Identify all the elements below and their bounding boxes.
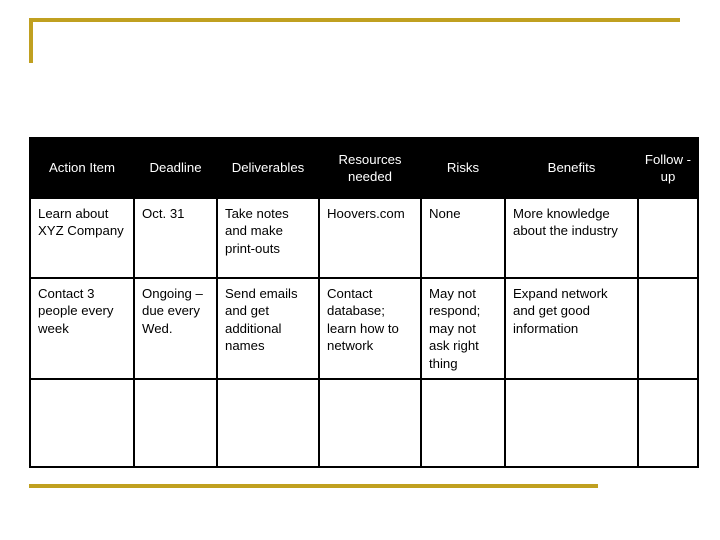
cell-deliverables[interactable] <box>216 378 320 469</box>
cell-deliverables[interactable]: Send emails and get additional names <box>216 276 320 381</box>
cell-follow-up[interactable] <box>637 378 699 469</box>
cell-risks[interactable]: May not respond; may not ask right thing <box>420 276 506 381</box>
cell-deadline[interactable] <box>133 378 218 469</box>
column-header-deadline: Deadline <box>133 137 218 199</box>
slide-canvas: Action Item Deadline Deliverables Resour… <box>0 0 720 540</box>
column-header-action-item: Action Item <box>29 137 135 199</box>
cell-deadline[interactable]: Ongoing – due every Wed. <box>133 276 218 381</box>
column-header-risks: Risks <box>420 137 506 199</box>
cell-deadline[interactable]: Oct. 31 <box>133 197 218 279</box>
cell-follow-up[interactable] <box>637 276 699 381</box>
decorative-bracket-top-bar <box>29 18 680 22</box>
table-row: Learn about XYZ Company Oct. 31 Take not… <box>29 197 699 279</box>
column-header-benefits: Benefits <box>504 137 639 199</box>
cell-risks[interactable]: None <box>420 197 506 279</box>
cell-action-item[interactable]: Learn about XYZ Company <box>29 197 135 279</box>
cell-resources-needed[interactable] <box>318 378 422 469</box>
column-header-follow-up: Follow -up <box>637 137 699 199</box>
cell-resources-needed[interactable]: Contact database; learn how to network <box>318 276 422 381</box>
cell-action-item[interactable] <box>29 378 135 469</box>
cell-deliverables[interactable]: Take notes and make print-outs <box>216 197 320 279</box>
cell-follow-up[interactable] <box>637 197 699 279</box>
column-header-resources-needed: Resources needed <box>318 137 422 199</box>
column-header-deliverables: Deliverables <box>216 137 320 199</box>
cell-benefits[interactable] <box>504 378 639 469</box>
action-plan-table-container: Action Item Deadline Deliverables Resour… <box>29 137 699 469</box>
table-row: Contact 3 people every week Ongoing – du… <box>29 276 699 381</box>
table-row <box>29 378 699 469</box>
cell-resources-needed[interactable]: Hoovers.com <box>318 197 422 279</box>
decorative-bottom-rule <box>29 484 598 488</box>
cell-action-item[interactable]: Contact 3 people every week <box>29 276 135 381</box>
cell-risks[interactable] <box>420 378 506 469</box>
cell-benefits[interactable]: More knowledge about the industry <box>504 197 639 279</box>
decorative-corner-bracket <box>29 18 680 63</box>
decorative-bracket-left-bar <box>29 18 33 63</box>
table-header-row: Action Item Deadline Deliverables Resour… <box>29 137 699 199</box>
action-plan-table: Action Item Deadline Deliverables Resour… <box>29 137 699 469</box>
cell-benefits[interactable]: Expand network and get good information <box>504 276 639 381</box>
